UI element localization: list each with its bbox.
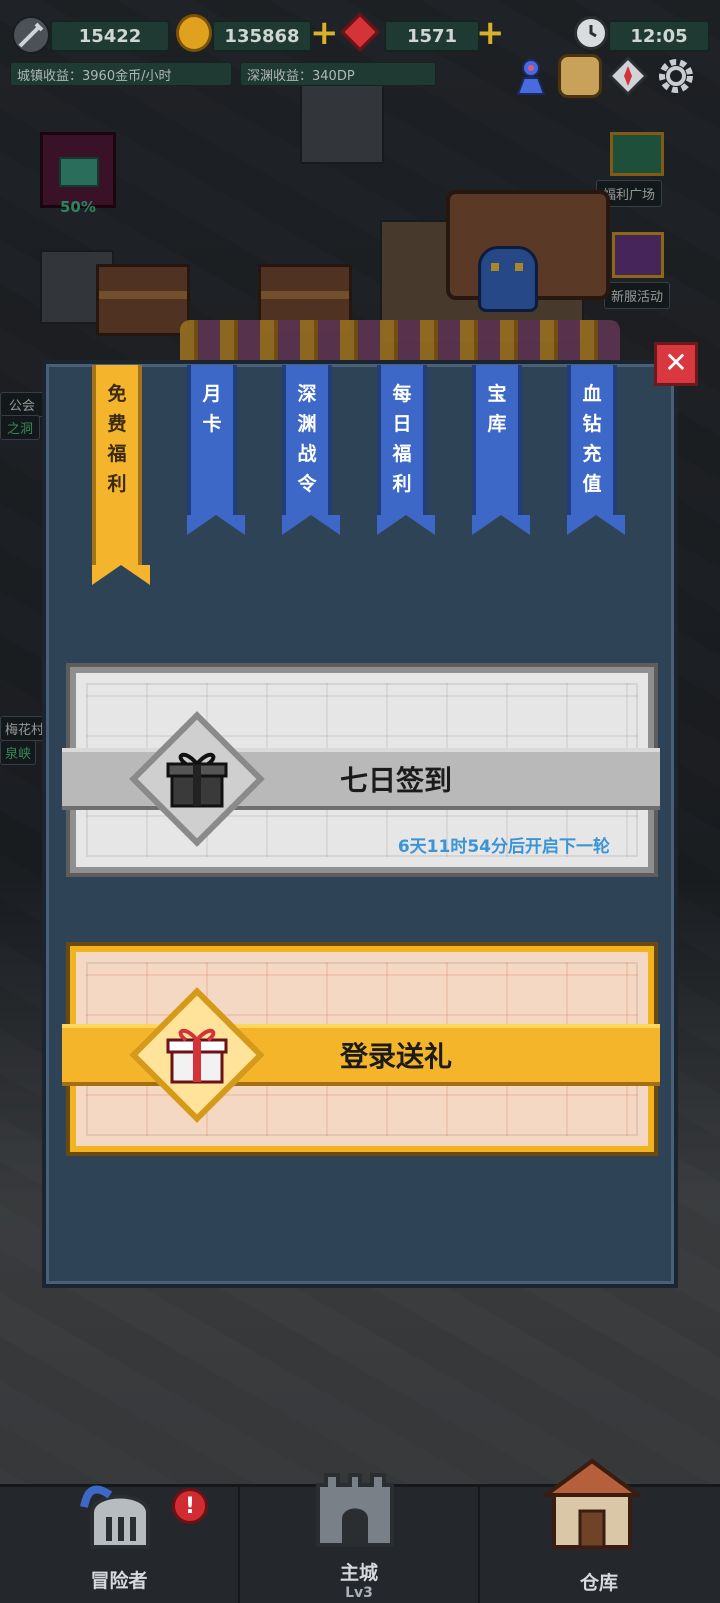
tab-char: 宝 [487, 383, 507, 405]
bottom-navigation: 冒险者 主城 Lv3 仓库 [0, 1458, 720, 1603]
nav-main-city-label: 主城 [339, 1562, 378, 1584]
tab-char: 利 [107, 473, 127, 495]
castle-icon [312, 1457, 398, 1547]
resource-bar: 15422 135868 + 1571 + 12:05 [0, 12, 720, 54]
gift-box-red-icon [164, 1022, 230, 1088]
nav-main-city-level: Lv3 [345, 1585, 373, 1601]
tab-char: 战 [297, 443, 317, 465]
tab-char: 充 [582, 443, 602, 465]
red-gem-icon [340, 12, 380, 52]
tab-char: 血 [582, 383, 602, 405]
close-button[interactable]: ✕ [654, 342, 698, 386]
tab-char: 福 [392, 443, 412, 465]
tab-char: 日 [392, 413, 412, 435]
login-gift-title: 登录送礼 [339, 1040, 452, 1073]
compass-icon[interactable] [607, 55, 649, 97]
cat-icon[interactable] [558, 54, 602, 98]
tab-char: 福 [107, 443, 127, 465]
tab-char: 渊 [297, 413, 317, 435]
sword-icon [12, 16, 50, 54]
tab-char: 费 [107, 413, 127, 435]
tab-char: 深 [297, 383, 317, 405]
town-income: 城镇收益：3960金币/小时 [10, 62, 232, 86]
clock-time: 12:05 [608, 20, 710, 52]
tab-char: 每 [392, 383, 412, 405]
gold-value: 135868 [212, 20, 312, 52]
tab-free-welfare[interactable]: 免 费 福 利 [92, 365, 150, 585]
tab-abyss-pass[interactable]: 深 渊 战 令 [282, 365, 340, 535]
close-icon: ✕ [664, 346, 688, 379]
knight-helmet-icon [80, 1477, 160, 1557]
adventurers-icon[interactable] [510, 56, 552, 96]
add-gold-button[interactable]: + [310, 16, 339, 50]
gem-value: 1571 [384, 20, 480, 52]
nav-warehouse[interactable]: 仓库 [480, 1458, 718, 1603]
tab-blood-diamond-recharge[interactable]: 血 钻 充 值 [567, 365, 625, 535]
gift-box-grey-icon [164, 746, 230, 812]
tab-char: 值 [582, 473, 602, 495]
nav-adventurer-label: 冒险者 [90, 1570, 148, 1592]
abyss-income: 深渊收益：340DP [240, 62, 436, 86]
nav-warehouse-label: 仓库 [579, 1572, 618, 1594]
tab-char: 库 [487, 413, 507, 435]
adventurer-alert-badge: ! [172, 1488, 208, 1524]
add-gem-button[interactable]: + [476, 16, 505, 50]
tab-char: 利 [392, 473, 412, 495]
seven-day-checkin-title: 七日签到 [339, 764, 452, 797]
tab-char: 钻 [582, 413, 602, 435]
gold-coin-icon [176, 14, 212, 52]
warehouse-icon [539, 1455, 645, 1551]
gear-icon[interactable] [654, 54, 698, 98]
sword-value: 15422 [50, 20, 170, 52]
tab-char: 令 [297, 473, 317, 495]
checkin-countdown: 6天11时54分后开启下一轮 [397, 837, 610, 857]
tab-char: 卡 [202, 413, 222, 435]
clock-icon [574, 16, 608, 50]
tab-treasury[interactable]: 宝 库 [472, 365, 530, 535]
tab-monthly-card[interactable]: 月 卡 [187, 365, 245, 535]
tab-daily-welfare[interactable]: 每 日 福 利 [377, 365, 435, 535]
tab-char: 免 [107, 383, 127, 405]
tab-char: 月 [202, 383, 222, 405]
nav-main-city[interactable]: 主城 Lv3 [240, 1473, 478, 1603]
